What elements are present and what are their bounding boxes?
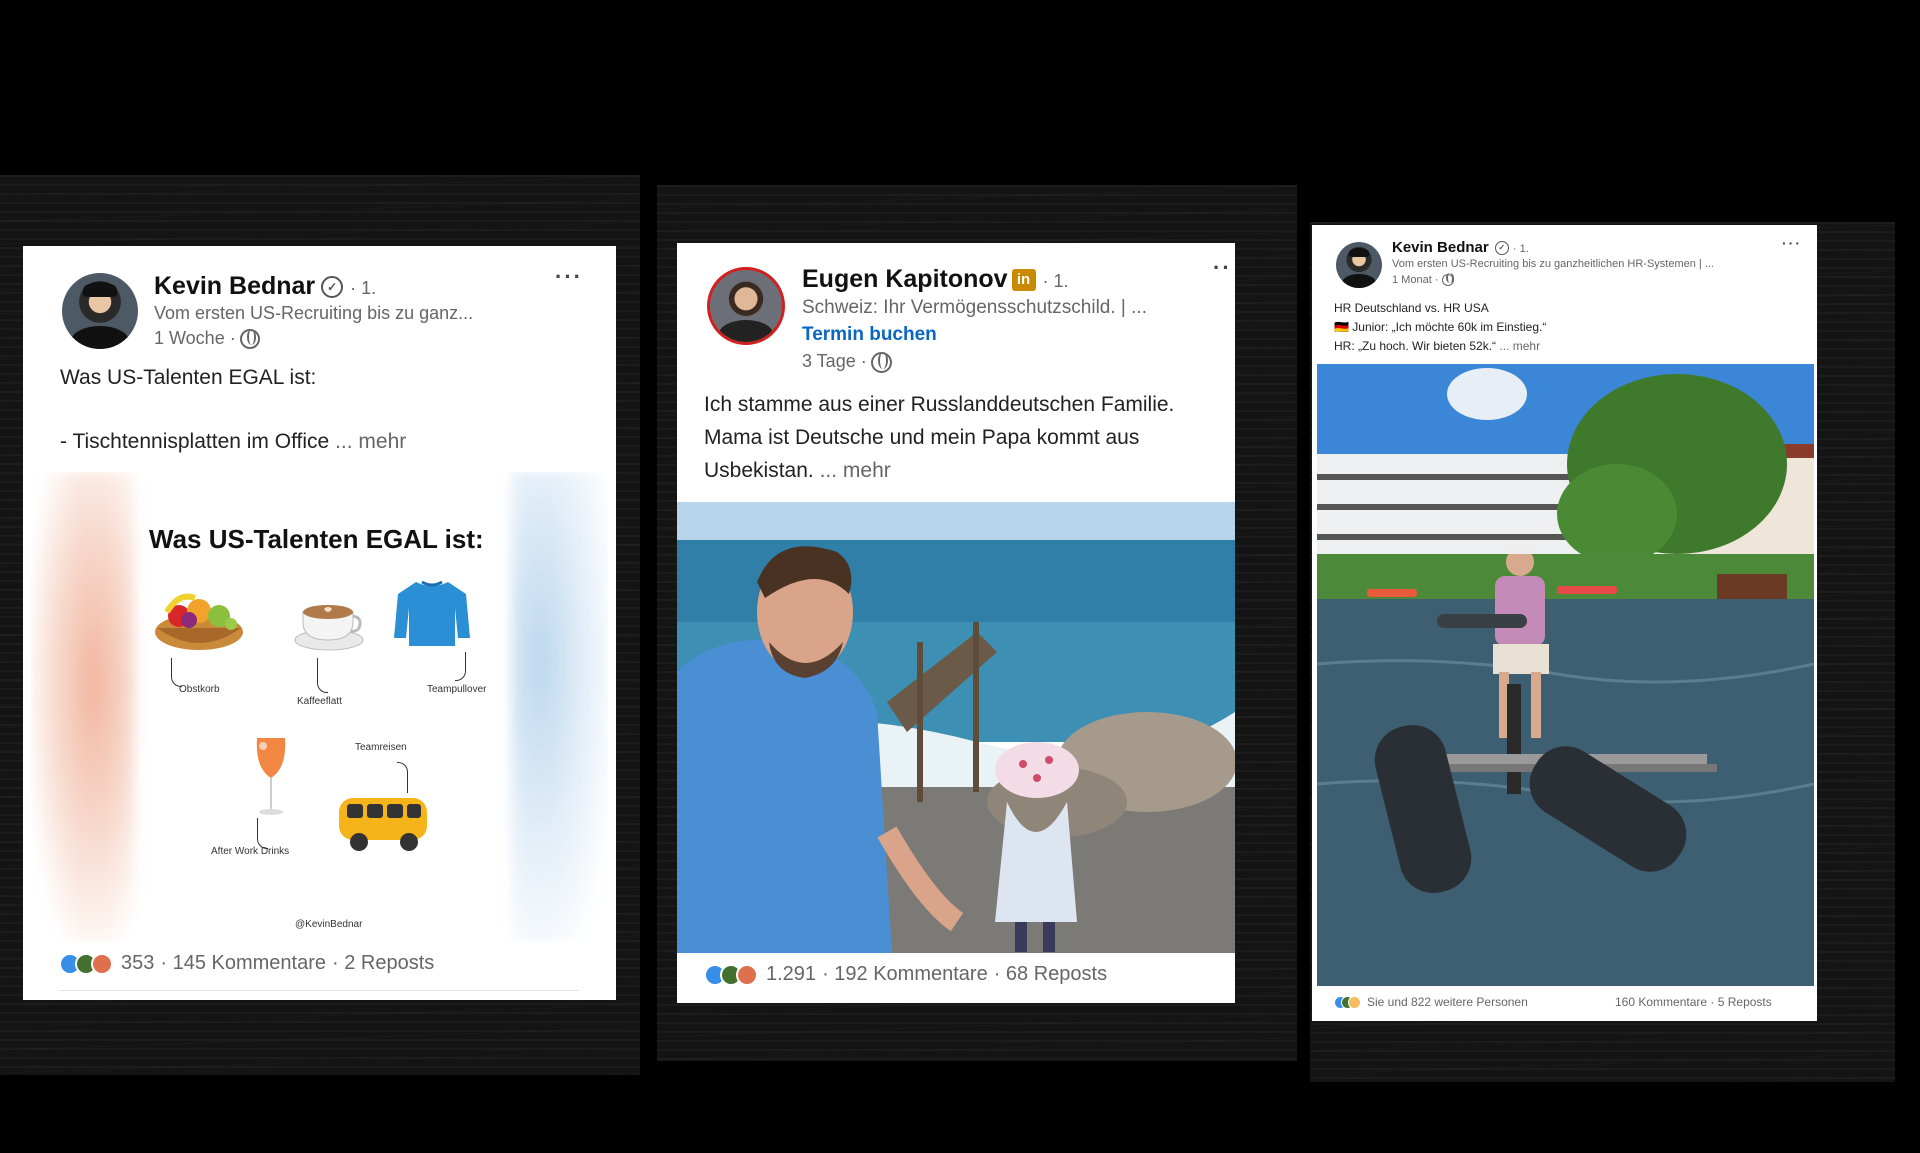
coffee-icon <box>294 605 364 651</box>
more-options-icon[interactable]: ··· <box>1782 235 1802 251</box>
reaction-love-icon <box>91 952 113 975</box>
sweater-icon <box>394 580 470 646</box>
more-options-icon[interactable]: ·· <box>1213 255 1232 281</box>
image-blur-right <box>511 472 608 942</box>
infographic-handle: @KevinBednar <box>295 919 363 930</box>
comments-reposts[interactable]: 160 Kommentare · 5 Reposts <box>1615 995 1772 1009</box>
post-text-line: Mama ist Deutsche und mein Papa kommt au… <box>704 426 1140 449</box>
arrow-icon <box>171 658 182 687</box>
comments-count[interactable]: · 145 Kommentare <box>160 952 326 975</box>
avatar[interactable] <box>62 273 138 349</box>
post-time: 1 Monat · <box>1392 273 1455 287</box>
reaction-count[interactable]: 353 <box>121 952 154 975</box>
author-name[interactable]: Kevin Bednar ✓ · 1. <box>154 272 376 301</box>
post-text-line: 🇩🇪 Junior: „Ich möchte 60k im Einstieg.“ <box>1334 320 1547 334</box>
infographic-label: After Work Drinks <box>211 846 290 857</box>
fruit-basket-icon <box>155 593 243 650</box>
reactions-bar[interactable]: 1.291 · 192 Kommentare · 68 Reposts <box>704 963 1107 986</box>
reposts-count[interactable]: · 68 Reposts <box>994 963 1107 986</box>
post-text-line: HR Deutschland vs. HR USA <box>1334 301 1489 315</box>
divider <box>59 990 579 991</box>
post-card-kevin-1: Kevin Bednar ✓ · 1. Vom ersten US-Recruit… <box>23 246 616 1000</box>
post-time: 1 Woche · <box>154 328 260 350</box>
infographic-label: Teampullover <box>427 684 487 695</box>
reposts-count[interactable]: · 2 Reposts <box>332 952 434 975</box>
linkedin-premium-icon: in <box>1011 269 1036 292</box>
author-headline: Vom ersten US-Recruiting bis zu ganzheit… <box>1392 258 1714 270</box>
connection-degree: · 1. <box>1512 243 1529 255</box>
see-more-link[interactable]: ... mehr <box>1499 339 1540 353</box>
see-more-link[interactable]: ... mehr <box>820 459 891 482</box>
verified-icon: ✓ <box>321 276 344 299</box>
arrow-icon <box>317 658 328 693</box>
infographic-label: Kaffeeflatt <box>297 696 342 707</box>
connection-degree: · 1. <box>1042 271 1069 291</box>
post-time: 3 Tage · <box>802 351 892 373</box>
beach-selfie-image <box>677 502 1235 953</box>
post-card-eugen: Eugen Kapitonov in · 1. Schweiz: Ihr Verm… <box>677 243 1235 1003</box>
comments-count[interactable]: · 192 Kommentare <box>822 963 988 986</box>
reactions-bar[interactable]: 353 · 145 Kommentare · 2 Reposts <box>59 952 434 975</box>
post-text-line: Usbekistan. ... mehr <box>704 459 891 482</box>
reaction-insight-icon <box>1348 995 1361 1009</box>
author-name[interactable]: Kevin Bednar ✓ · 1. <box>1392 239 1529 256</box>
image-blur-left <box>31 472 135 942</box>
globe-icon <box>239 329 260 350</box>
arrow-icon <box>257 818 268 849</box>
spritz-drink-icon <box>256 738 286 815</box>
see-more-link[interactable]: ... mehr <box>335 430 406 453</box>
post-text-line: Ich stamme aus einer Russlanddeutschen F… <box>704 393 1175 416</box>
water-bike-image <box>1317 364 1814 986</box>
bus-icon <box>339 798 427 851</box>
infographic-label: Obstkorb <box>179 684 220 695</box>
reaction-love-icon <box>736 963 758 986</box>
author-headline: Schweiz: Ihr Vermögensschutzschild. | ..… <box>802 297 1147 318</box>
author-name[interactable]: Eugen Kapitonov in · 1. <box>802 265 1069 294</box>
post-text-line: - Tischtennisplatten im Office ... mehr <box>60 430 407 453</box>
avatar[interactable] <box>1336 242 1382 288</box>
arrow-icon <box>455 652 466 681</box>
reaction-summary[interactable]: Sie und 822 weitere Personen <box>1367 995 1528 1009</box>
connection-degree: · 1. <box>350 278 377 298</box>
globe-icon <box>1442 273 1455 287</box>
author-headline: Vom ersten US-Recruiting bis zu ganz... <box>154 303 474 323</box>
book-appointment-link[interactable]: Termin buchen <box>802 324 937 346</box>
reactions-bar[interactable]: Sie und 822 weitere Personen <box>1334 995 1528 1009</box>
arrow-icon <box>397 762 408 793</box>
infographic-title: Was US-Talenten EGAL ist: <box>149 524 484 554</box>
post-image-infographic[interactable]: Was US-Talenten EGAL ist: Obstkorb Kaffe… <box>31 472 608 942</box>
verified-icon: ✓ <box>1494 241 1509 256</box>
infographic-label: Teamreisen <box>355 742 407 753</box>
post-image-photo[interactable] <box>1317 364 1814 986</box>
more-options-icon[interactable]: ··· <box>555 264 583 290</box>
globe-icon <box>870 351 892 373</box>
post-image-photo[interactable] <box>677 502 1235 953</box>
post-text-line: Was US-Talenten EGAL ist: <box>60 366 317 389</box>
reaction-count[interactable]: 1.291 <box>766 963 816 986</box>
avatar[interactable] <box>707 267 785 345</box>
post-card-kevin-2: Kevin Bednar ✓ · 1. Vom ersten US-Recruit… <box>1312 225 1817 1021</box>
post-text-line: HR: „Zu hoch. Wir bieten 52k.“ ... mehr <box>1334 339 1541 353</box>
